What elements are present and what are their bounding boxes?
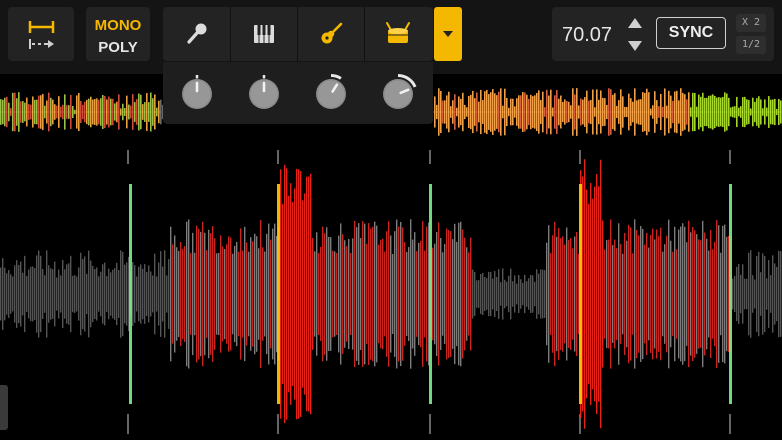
poly-option[interactable]: POLY xyxy=(86,39,150,56)
chevron-down-icon xyxy=(443,31,453,37)
stem-vocals-button[interactable] xyxy=(163,7,230,61)
piano-keys-icon xyxy=(254,25,274,43)
guitar-icon xyxy=(321,22,343,44)
stems-selector xyxy=(163,7,433,61)
loop-button[interactable] xyxy=(8,7,74,61)
microphone-icon xyxy=(186,23,206,44)
mono-poly-toggle[interactable]: MONO POLY xyxy=(86,7,150,61)
melody-level-knob[interactable] xyxy=(244,74,284,114)
tempo-up-arrow-icon[interactable] xyxy=(627,17,643,29)
tempo-panel: 70.07 SYNC X 2 1/2 xyxy=(552,7,774,61)
stem-drums-button[interactable] xyxy=(364,7,431,61)
stem-melody-button[interactable] xyxy=(230,7,297,61)
tempo-x2-button[interactable]: X 2 xyxy=(736,14,766,32)
sync-button[interactable]: SYNC xyxy=(656,17,726,49)
tempo-half-button[interactable]: 1/2 xyxy=(736,36,766,54)
side-panel-handle[interactable] xyxy=(0,385,8,430)
stem-instruments-button[interactable] xyxy=(297,7,364,61)
mono-option[interactable]: MONO xyxy=(86,17,150,34)
main-waveform[interactable] xyxy=(0,144,782,440)
tempo-down-arrow-icon[interactable] xyxy=(627,40,643,52)
drum-icon xyxy=(386,22,410,43)
vocals-level-knob[interactable] xyxy=(177,74,217,114)
drums-level-knob[interactable] xyxy=(378,74,418,114)
stem-knobs-panel xyxy=(163,62,433,124)
stems-dropdown-button[interactable] xyxy=(434,7,462,61)
bpm-value: 70.07 xyxy=(562,24,613,46)
instruments-level-knob[interactable] xyxy=(311,74,351,114)
loop-length-icon xyxy=(28,21,55,49)
